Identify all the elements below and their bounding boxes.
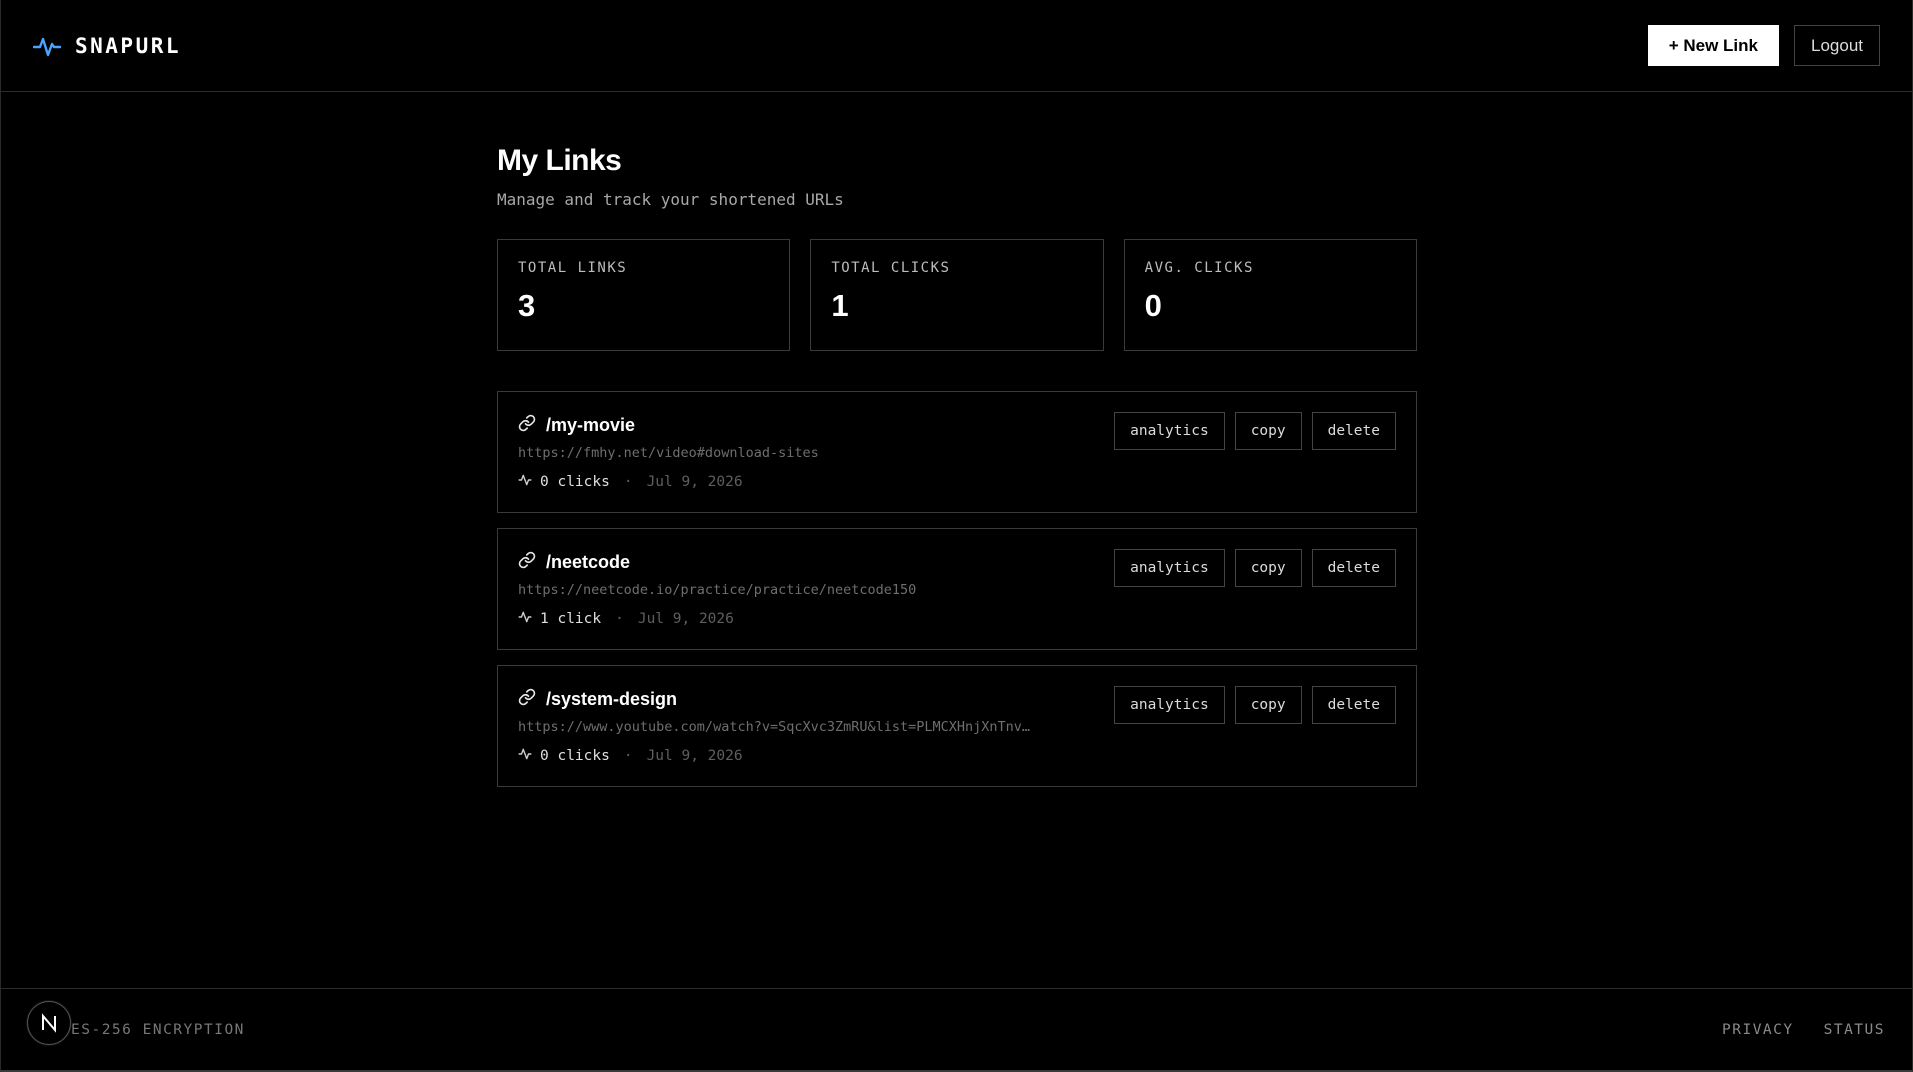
stat-value: 1: [831, 288, 849, 323]
dev-tools-badge[interactable]: [27, 1001, 71, 1045]
link-meta: 1 click · Jul 9, 2026: [518, 610, 1396, 628]
brand-name: SNAPURL: [75, 33, 182, 58]
top-header: SNAPURL + New Link Logout: [1, 0, 1912, 92]
link-meta: 0 clicks · Jul 9, 2026: [518, 473, 1396, 491]
link-card: /system-design https://www.youtube.com/w…: [497, 665, 1417, 787]
stat-label: TOTAL LINKS: [518, 260, 628, 276]
stat-total-links: TOTAL LINKS 3: [497, 239, 791, 351]
stat-value: 3: [518, 288, 536, 323]
link-slug[interactable]: /system-design: [546, 689, 677, 710]
link-clicks: 0 clicks: [540, 748, 610, 764]
page-title: My Links: [497, 144, 622, 177]
link-original-url: https://www.youtube.com/watch?v=SqcXvc3Z…: [518, 719, 1031, 735]
new-link-button[interactable]: + New Link: [1647, 25, 1779, 66]
link-date: Jul 9, 2026: [646, 748, 743, 764]
link-clicks: 1 click: [540, 611, 602, 627]
stat-label: TOTAL CLICKS: [831, 260, 951, 276]
link-meta: 0 clicks · Jul 9, 2026: [518, 747, 1396, 765]
link-slug[interactable]: /neetcode: [546, 552, 630, 573]
meta-separator: ·: [623, 748, 633, 764]
link-original-url: https://fmhy.net/video#download-sites: [518, 445, 819, 461]
analytics-button[interactable]: analytics: [1114, 686, 1225, 724]
activity-icon: [518, 747, 532, 765]
delete-button[interactable]: delete: [1311, 686, 1396, 724]
delete-button[interactable]: delete: [1311, 549, 1396, 587]
card-actions: analytics copy delete: [1114, 549, 1396, 587]
copy-button[interactable]: copy: [1234, 549, 1302, 587]
card-actions: analytics copy delete: [1114, 686, 1396, 724]
stat-avg-clicks: AVG. CLICKS 0: [1123, 239, 1417, 351]
link-icon: [518, 414, 536, 437]
link-date: Jul 9, 2026: [646, 474, 743, 490]
analytics-button[interactable]: analytics: [1114, 549, 1225, 587]
meta-separator: ·: [623, 474, 633, 490]
footer-links: PRIVACY STATUS: [1722, 1022, 1885, 1038]
main-content: My Links Manage and track your shortened…: [497, 92, 1417, 787]
activity-icon: [518, 473, 532, 491]
brand[interactable]: SNAPURL: [33, 34, 181, 58]
logout-button[interactable]: Logout: [1794, 25, 1880, 66]
link-date: Jul 9, 2026: [637, 611, 734, 627]
privacy-link[interactable]: PRIVACY: [1722, 1022, 1794, 1038]
footer: ES-256 ENCRYPTION PRIVACY STATUS: [1, 988, 1912, 1070]
copy-button[interactable]: copy: [1234, 686, 1302, 724]
link-clicks: 0 clicks: [540, 474, 610, 490]
stat-total-clicks: TOTAL CLICKS 1: [810, 239, 1104, 351]
link-card: /my-movie https://fmhy.net/video#downloa…: [497, 391, 1417, 513]
delete-button[interactable]: delete: [1311, 412, 1396, 450]
link-icon: [518, 551, 536, 574]
stats-row: TOTAL LINKS 3 TOTAL CLICKS 1 AVG. CLICKS…: [497, 239, 1417, 351]
status-link[interactable]: STATUS: [1824, 1022, 1885, 1038]
activity-icon: [518, 610, 532, 628]
n-logo-icon: [42, 1013, 56, 1033]
analytics-button[interactable]: analytics: [1114, 412, 1225, 450]
stat-value: 0: [1144, 288, 1162, 323]
app-frame: SNAPURL + New Link Logout My Links Manag…: [0, 0, 1913, 1072]
link-card: /neetcode https://neetcode.io/practice/p…: [497, 528, 1417, 650]
links-list: /my-movie https://fmhy.net/video#downloa…: [497, 391, 1417, 787]
stat-label: AVG. CLICKS: [1144, 260, 1254, 276]
encryption-note: ES-256 ENCRYPTION: [71, 1021, 245, 1038]
link-slug[interactable]: /my-movie: [546, 415, 635, 436]
pulse-icon: [33, 34, 61, 58]
header-actions: + New Link Logout: [1647, 25, 1880, 66]
page-subtitle: Manage and track your shortened URLs: [497, 190, 844, 209]
link-icon: [518, 688, 536, 711]
card-actions: analytics copy delete: [1114, 412, 1396, 450]
meta-separator: ·: [615, 611, 624, 627]
copy-button[interactable]: copy: [1234, 412, 1302, 450]
link-original-url: https://neetcode.io/practice/practice/ne…: [518, 582, 917, 598]
